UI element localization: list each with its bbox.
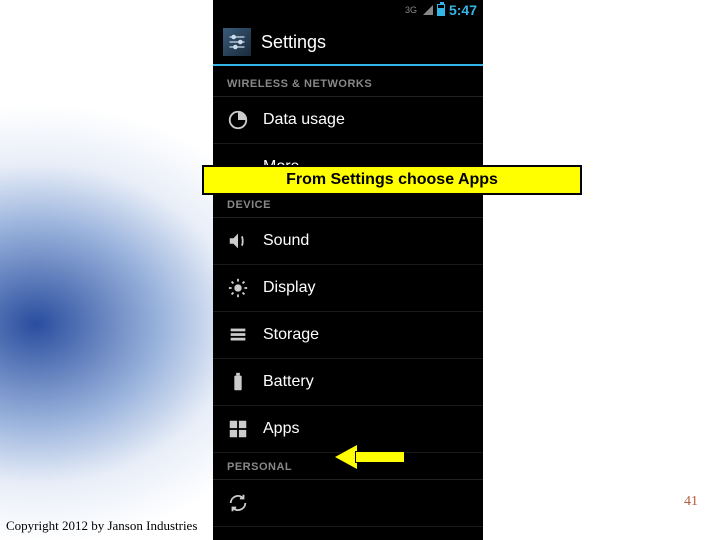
setting-label: Battery xyxy=(263,373,314,391)
setting-item-storage[interactable]: Storage xyxy=(213,312,483,359)
setting-item-data-usage[interactable]: Data usage xyxy=(213,97,483,144)
setting-item-display[interactable]: Display xyxy=(213,265,483,312)
setting-label: Storage xyxy=(263,326,319,344)
apps-icon xyxy=(227,418,249,440)
battery-icon xyxy=(437,4,445,16)
signal-icon xyxy=(423,5,433,15)
data-usage-icon xyxy=(227,109,249,131)
setting-label: Sound xyxy=(263,232,309,250)
network-indicator: 3G xyxy=(405,5,417,15)
section-wireless: WIRELESS & NETWORKS xyxy=(213,70,483,97)
battery-icon xyxy=(227,371,249,393)
settings-sliders-icon xyxy=(223,28,251,56)
callout-banner: From Settings choose Apps xyxy=(202,165,582,195)
setting-item-accounts[interactable] xyxy=(213,480,483,527)
setting-label: Apps xyxy=(263,420,299,438)
status-bar: 3G 5:47 xyxy=(213,0,483,20)
clock: 5:47 xyxy=(449,2,477,18)
settings-header: Settings xyxy=(213,20,483,64)
display-icon xyxy=(227,277,249,299)
callout-arrow xyxy=(335,445,405,469)
header-divider xyxy=(213,64,483,66)
section-device: DEVICE xyxy=(213,191,483,218)
setting-label: Display xyxy=(263,279,315,297)
setting-label: Data usage xyxy=(263,111,345,129)
callout-text: From Settings choose Apps xyxy=(286,171,498,189)
sync-icon xyxy=(227,492,249,514)
setting-item-battery[interactable]: Battery xyxy=(213,359,483,406)
setting-item-sound[interactable]: Sound xyxy=(213,218,483,265)
page-title: Settings xyxy=(261,32,326,53)
storage-icon xyxy=(227,324,249,346)
slide-number: 41 xyxy=(684,494,698,510)
sound-icon xyxy=(227,230,249,252)
copyright-text: Copyright 2012 by Janson Industries xyxy=(6,518,197,534)
